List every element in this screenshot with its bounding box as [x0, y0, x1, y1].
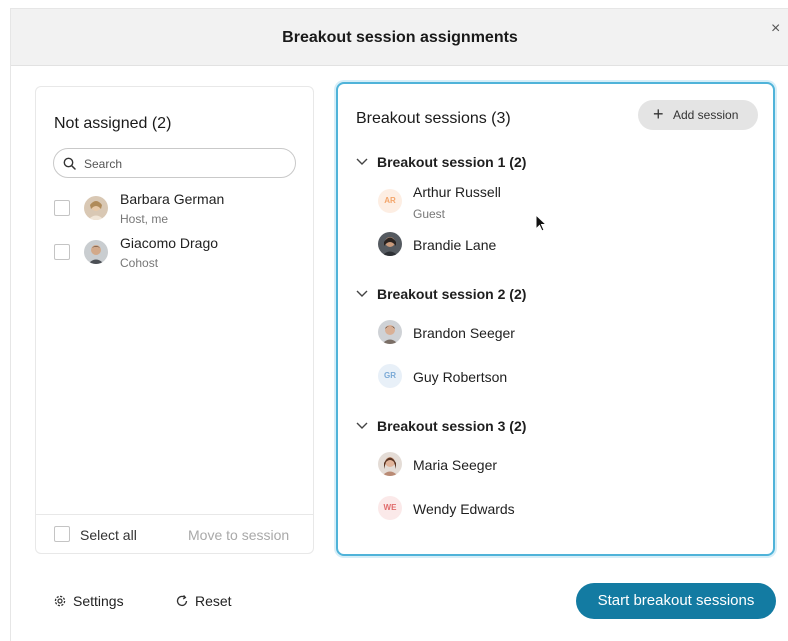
mouse-cursor-icon: [535, 214, 548, 232]
reset-icon: [176, 594, 188, 607]
participant-checkbox[interactable]: [54, 200, 70, 216]
settings-button[interactable]: Settings: [53, 593, 143, 611]
session-name: Breakout session 3 (2): [377, 418, 527, 434]
participant-name: Barbara German: [120, 191, 225, 207]
select-all-label: Select all: [80, 527, 137, 543]
session-header-1[interactable]: Breakout session 1 (2): [356, 154, 606, 172]
search-icon: [63, 157, 76, 170]
member-name: Brandie Lane: [413, 237, 497, 253]
close-icon[interactable]: ×: [771, 21, 780, 37]
add-session-label: Add session: [673, 108, 739, 122]
session-header-3[interactable]: Breakout session 3 (2): [356, 418, 606, 436]
plus-icon: +: [653, 104, 664, 124]
member-name: Brandon Seeger: [413, 325, 515, 341]
avatar-guy-robertson: GR: [378, 364, 402, 388]
avatar-arthur-russell: AR: [378, 189, 402, 213]
participant-role: Host, me: [120, 212, 169, 226]
participant-role: Cohost: [120, 256, 159, 270]
avatar-brandie-lane: [378, 232, 402, 256]
search-input[interactable]: [84, 155, 284, 173]
member-name: Arthur Russell: [413, 184, 501, 200]
breakout-sessions-panel: Breakout sessions (3) + Add session Brea…: [336, 82, 775, 556]
session-name: Breakout session 1 (2): [377, 154, 527, 170]
breakout-dialog: Breakout session assignments × Not assig…: [10, 8, 788, 641]
not-assigned-title: Not assigned (2): [54, 115, 172, 132]
settings-label: Settings: [73, 593, 124, 609]
add-session-button[interactable]: + Add session: [638, 100, 758, 130]
breakout-sessions-title: Breakout sessions (3): [356, 110, 511, 127]
avatar-brandon-seeger: [378, 320, 402, 344]
dialog-titlebar: Breakout session assignments ×: [11, 9, 788, 66]
not-assigned-panel: Not assigned (2) Barbara German Host, me: [35, 86, 314, 554]
member-name: Maria Seeger: [413, 457, 498, 473]
avatar-giacomo-drago: [84, 240, 108, 264]
select-all-checkbox[interactable]: [54, 526, 70, 542]
dialog-title: Breakout session assignments: [282, 29, 518, 46]
panel-divider: [36, 514, 313, 515]
start-breakout-sessions-button[interactable]: Start breakout sessions: [576, 583, 776, 619]
member-name: Wendy Edwards: [413, 501, 515, 517]
participant-checkbox[interactable]: [54, 244, 70, 260]
session-name: Breakout session 2 (2): [377, 286, 527, 302]
move-to-session-button[interactable]: Move to session: [188, 527, 289, 543]
avatar-maria-seeger: [378, 452, 402, 476]
avatar-barbara-german: [84, 196, 108, 220]
reset-label: Reset: [195, 593, 232, 609]
chevron-down-icon: [356, 290, 368, 297]
participant-name: Giacomo Drago: [120, 235, 219, 251]
reset-button[interactable]: Reset: [175, 593, 255, 611]
gear-icon: [54, 595, 66, 607]
member-name: Guy Robertson: [413, 369, 508, 385]
avatar-wendy-edwards: WE: [378, 496, 402, 520]
chevron-down-icon: [356, 422, 368, 429]
search-box: [53, 148, 296, 178]
chevron-down-icon: [356, 158, 368, 165]
session-header-2[interactable]: Breakout session 2 (2): [356, 286, 606, 304]
member-role: Guest: [413, 207, 446, 221]
